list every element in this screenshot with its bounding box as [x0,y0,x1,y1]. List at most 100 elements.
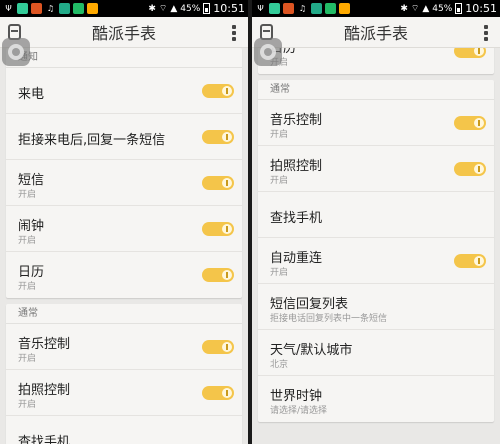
app-icon [87,3,98,14]
bluetooth-icon: ✱ [400,3,408,14]
list-item-camera-control[interactable]: 拍照控制 开启 [258,146,494,192]
toggle-switch[interactable] [202,176,234,190]
status-bar: Ψ ♫ ✱ ⌔ ▲ 45% 10:51 [0,0,248,17]
item-label: 天气/默认城市 [270,343,353,358]
list-item-reject-reply[interactable]: 拒接来电后,回复一条短信 [6,114,242,160]
usb-icon: Ψ [5,4,12,13]
list-item-auto-reconnect[interactable]: 自动重连 开启 [258,238,494,284]
item-value: 北京 [270,360,289,370]
music-icon: ♫ [46,4,55,13]
app-icon [311,3,322,14]
item-label: 来电 [18,87,45,102]
item-status: 开启 [270,130,289,140]
toggle-switch[interactable] [454,254,486,268]
list-item-camera-control[interactable]: 拍照控制 开启 [6,370,242,416]
item-value: 请选择/请选择 [270,406,328,416]
left-screen: Ψ ♫ ✱ ⌔ ▲ 45% 10:51 酷派手表 通知 来电 [0,0,248,444]
page-title: 酷派手表 [343,24,408,43]
item-status: 开启 [18,354,37,364]
item-label: 拍照控制 [18,383,71,398]
battery-icon [203,3,211,14]
shield-icon [325,3,336,14]
list-item-find-phone[interactable]: 查找手机 [6,416,242,444]
item-label: 拍照控制 [270,159,323,174]
list-item-music-control[interactable]: 音乐控制 开启 [6,324,242,370]
battery-icon [455,3,463,14]
item-label: 短信回复列表 [270,297,349,312]
item-description: 拒接电话回复列表中一条短信 [270,314,388,324]
list-item-music-control[interactable]: 音乐控制 开启 [258,100,494,146]
app-icon [17,3,28,14]
item-label: 世界时钟 [270,389,323,404]
list-item-find-phone[interactable]: 查找手机 [258,192,494,238]
app-icon [269,3,280,14]
toggle-switch[interactable] [202,268,234,282]
clock: 10:51 [213,2,245,15]
more-menu-icon[interactable] [232,25,236,41]
battery-percent: 45% [432,3,453,14]
signal-icon: ▲ [422,3,430,14]
item-label: 查找手机 [270,211,323,226]
item-status: 开启 [270,268,289,278]
app-icon [283,3,294,14]
toggle-switch[interactable] [454,116,486,130]
floating-assist-button[interactable] [2,38,30,66]
list-item-call[interactable]: 来电 [6,68,242,114]
section-general: 通常 音乐控制 开启 拍照控制 开启 查找手机 [6,304,242,444]
section-notifications: 通知 来电 拒接来电后,回复一条短信 短信 开启 闹钟 开启 日历 开启 [6,48,242,298]
list-item-sms-reply-list[interactable]: 短信回复列表 拒接电话回复列表中一条短信 [258,284,494,330]
wifi-icon: ⌔ [158,4,168,14]
item-status: 开启 [18,190,37,200]
signal-icon: ▲ [170,3,178,14]
item-label: 查找手机 [18,435,71,444]
toggle-switch[interactable] [202,84,234,98]
section-header: 通知 [6,48,242,68]
item-status: 开启 [18,236,37,246]
item-label: 日历 [18,265,45,280]
app-icon [339,3,350,14]
toggle-switch[interactable] [454,48,486,58]
app-bar: 酷派手表 [0,17,248,48]
bluetooth-icon: ✱ [148,3,156,14]
list-item-sms[interactable]: 短信 开启 [6,160,242,206]
right-screen: Ψ ♫ ✱ ⌔ ▲ 45% 10:51 酷派手表 日历 开启 [252,0,500,444]
item-label: 闹钟 [18,219,45,234]
toggle-switch[interactable] [454,162,486,176]
app-bar: 酷派手表 [252,17,500,48]
usb-icon: Ψ [257,4,264,13]
list-item-calendar[interactable]: 日历 开启 [258,48,494,74]
item-label: 自动重连 [270,251,323,266]
floating-assist-button[interactable] [254,38,282,66]
section-header: 通常 [6,304,242,324]
app-icon [59,3,70,14]
wifi-icon: ⌔ [410,4,420,14]
settings-list: 日历 开启 通常 音乐控制 开启 拍照控制 开启 查找手机 自动重连 开启 [252,48,500,444]
app-icon [31,3,42,14]
section-header: 通常 [258,80,494,100]
list-item-calendar[interactable]: 日历 开启 [6,252,242,298]
page-title: 酷派手表 [91,24,156,43]
status-bar: Ψ ♫ ✱ ⌔ ▲ 45% 10:51 [252,0,500,17]
list-item-world-clock[interactable]: 世界时钟 请选择/请选择 [258,376,494,422]
battery-percent: 45% [180,3,201,14]
toggle-switch[interactable] [202,222,234,236]
item-label: 音乐控制 [18,337,71,352]
toggle-switch[interactable] [202,130,234,144]
shield-icon [73,3,84,14]
item-label: 音乐控制 [270,113,323,128]
toggle-switch[interactable] [202,386,234,400]
list-item-alarm[interactable]: 闹钟 开启 [6,206,242,252]
item-status: 开启 [270,176,289,186]
more-menu-icon[interactable] [484,25,488,41]
toggle-switch[interactable] [202,340,234,354]
settings-list: 通知 来电 拒接来电后,回复一条短信 短信 开启 闹钟 开启 日历 开启 [0,48,248,444]
section-notifications-tail: 日历 开启 [258,48,494,74]
item-status: 开启 [18,400,37,410]
music-icon: ♫ [298,4,307,13]
item-label: 拒接来电后,回复一条短信 [18,133,166,148]
section-general: 通常 音乐控制 开启 拍照控制 开启 查找手机 自动重连 开启 短信回复列表 拒… [258,80,494,422]
item-status: 开启 [18,282,37,292]
list-item-weather-city[interactable]: 天气/默认城市 北京 [258,330,494,376]
item-label: 短信 [18,173,45,188]
clock: 10:51 [465,2,497,15]
